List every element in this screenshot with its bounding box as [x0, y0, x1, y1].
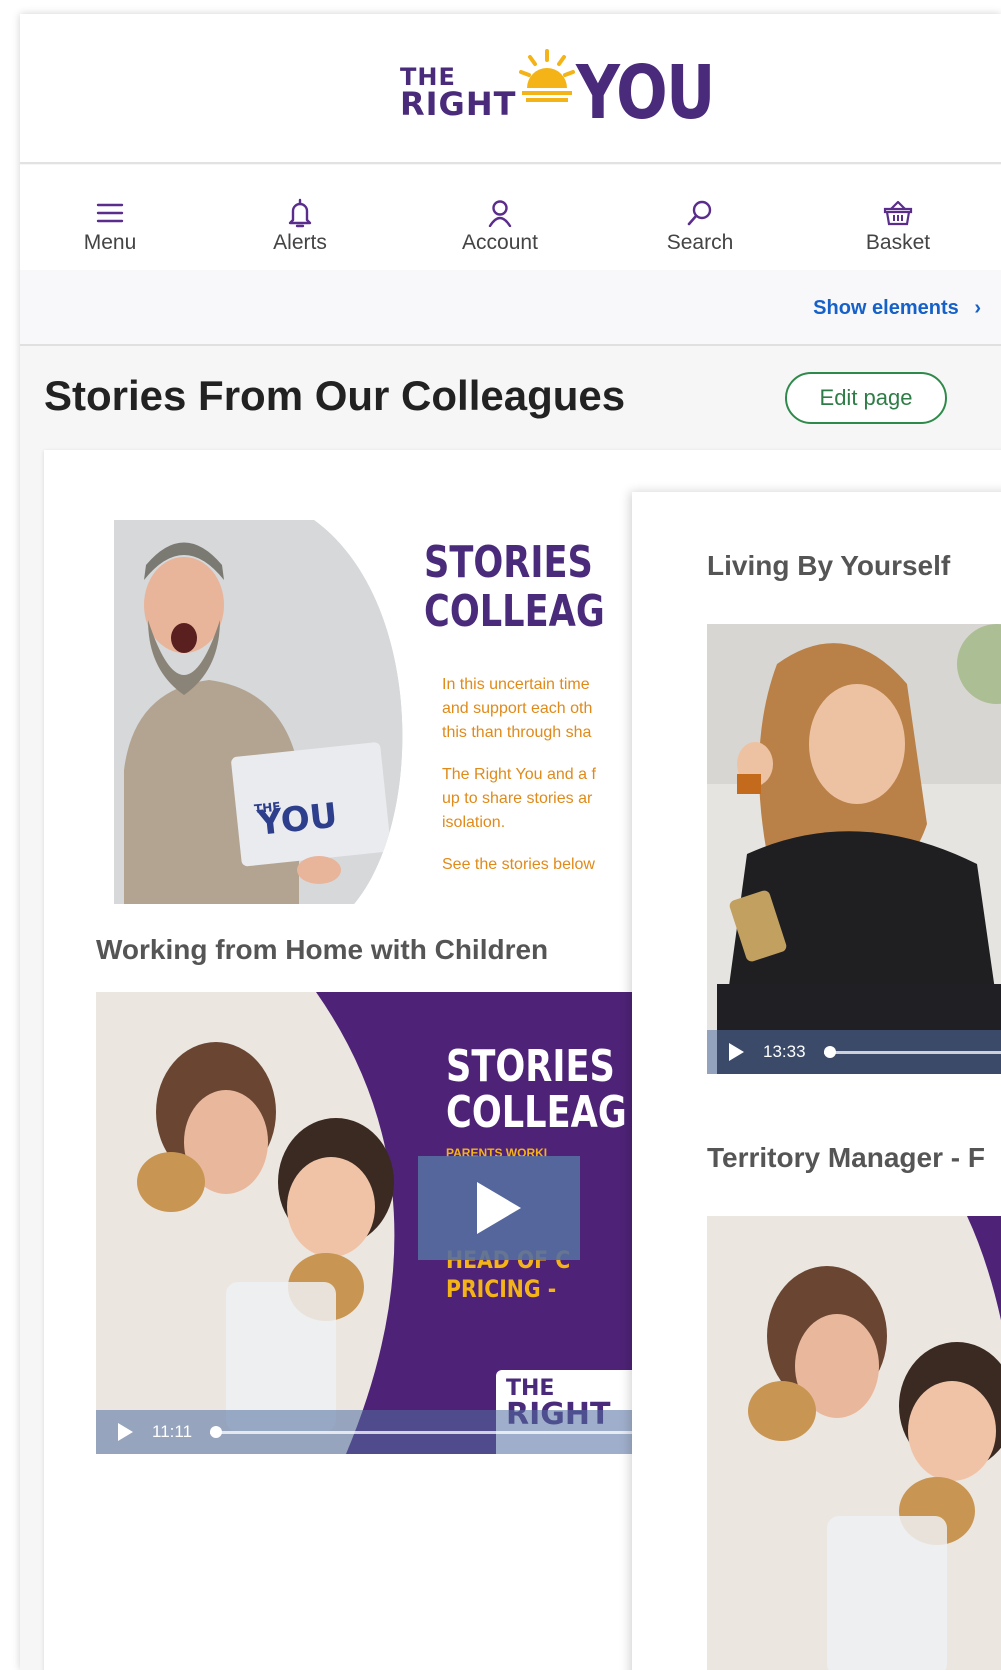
logo-bar: THE RIGHT YOU	[20, 14, 1001, 164]
bell-icon	[287, 195, 313, 231]
search-icon	[686, 195, 714, 231]
the-right-you-logo[interactable]: THE RIGHT YOU	[400, 48, 744, 138]
page-title: Stories From Our Colleagues	[44, 372, 626, 419]
hero-paragraph-3: See the stories below	[442, 855, 595, 873]
video-time: 13:33	[763, 1042, 806, 1061]
nav-menu-label: Menu	[83, 231, 137, 254]
play-icon[interactable]	[116, 1422, 134, 1442]
sun-icon	[518, 48, 576, 106]
top-nav: Menu Alerts Account Search Basket	[20, 165, 1001, 270]
section-title-living-by-yourself: Living By Yourself	[707, 550, 951, 581]
video-working-from-home[interactable]: STORIES COLLEAG PARENTS WORKI HEAD OF C …	[96, 992, 656, 1454]
svg-text:THE: THE	[253, 800, 281, 817]
nav-basket-label: Basket	[865, 231, 931, 254]
play-icon	[477, 1182, 521, 1234]
menu-icon	[96, 195, 124, 231]
chevron-right-icon: ›	[974, 297, 981, 319]
logo-small-text: THE RIGHT	[400, 66, 517, 124]
basket-icon	[882, 195, 914, 231]
poster-heading: STORIES COLLEAG	[446, 1041, 627, 1139]
user-icon	[487, 195, 513, 231]
overlay-panel: Living By Yourself 13:33 Territory Manag…	[632, 492, 1001, 1670]
poster-role-line-2: PRICING -	[446, 1274, 557, 1303]
hero-paragraph-1: In this uncertain time and support each …	[442, 675, 593, 741]
section-title-working-from-home: Working from Home with Children	[96, 934, 549, 965]
poster-line-2: COLLEAG	[446, 1087, 627, 1139]
video-territory-manager[interactable]	[707, 1216, 1001, 1670]
video-progress-track[interactable]	[210, 1425, 656, 1438]
hero-paragraph-2: The Right You and a f up to share storie…	[442, 765, 596, 831]
video-controls: 13:33	[707, 1030, 1001, 1074]
nav-search-label: Search	[666, 231, 734, 254]
play-icon[interactable]	[727, 1042, 745, 1062]
video-controls: 11:11	[96, 1410, 656, 1454]
hero-body: In this uncertain time and support each …	[442, 673, 654, 877]
nav-search[interactable]: Search	[600, 165, 800, 270]
poster-line-1: STORIES	[446, 1041, 615, 1092]
video-progress-track[interactable]	[823, 1045, 1001, 1058]
video-time: 11:11	[152, 1422, 193, 1441]
hero-heading: STORIES COLLEAG	[424, 537, 605, 638]
bearded-man-photo: YOU THE	[114, 520, 404, 904]
big-play-button[interactable]	[418, 1156, 580, 1260]
nav-alerts[interactable]: Alerts	[200, 165, 400, 270]
section-title-territory-manager: Territory Manager - F	[707, 1142, 985, 1173]
hero-banner: YOU THE STORIES COLLEAG In this uncertai…	[114, 520, 654, 904]
hero-text: STORIES COLLEAG In this uncertain time a…	[424, 538, 654, 895]
browser-frame: THE RIGHT YOU Menu Alerts Account Search…	[20, 14, 1001, 1670]
nav-alerts-label: Alerts	[273, 231, 327, 254]
editor-toolbar: Show elements ›	[20, 270, 1001, 346]
video-living-by-yourself[interactable]: 13:33	[707, 624, 1001, 1074]
logo-right: RIGHT	[400, 85, 517, 124]
nav-menu[interactable]: Menu	[20, 165, 200, 270]
edit-page-button[interactable]: Edit page	[785, 372, 947, 424]
nav-account[interactable]: Account	[400, 165, 600, 270]
logo-you: YOU	[576, 50, 715, 136]
nav-basket[interactable]: Basket	[800, 165, 996, 270]
show-elements-label: Show elements	[813, 297, 959, 319]
show-elements-link[interactable]: Show elements ›	[813, 297, 981, 320]
nav-account-label: Account	[462, 231, 538, 254]
